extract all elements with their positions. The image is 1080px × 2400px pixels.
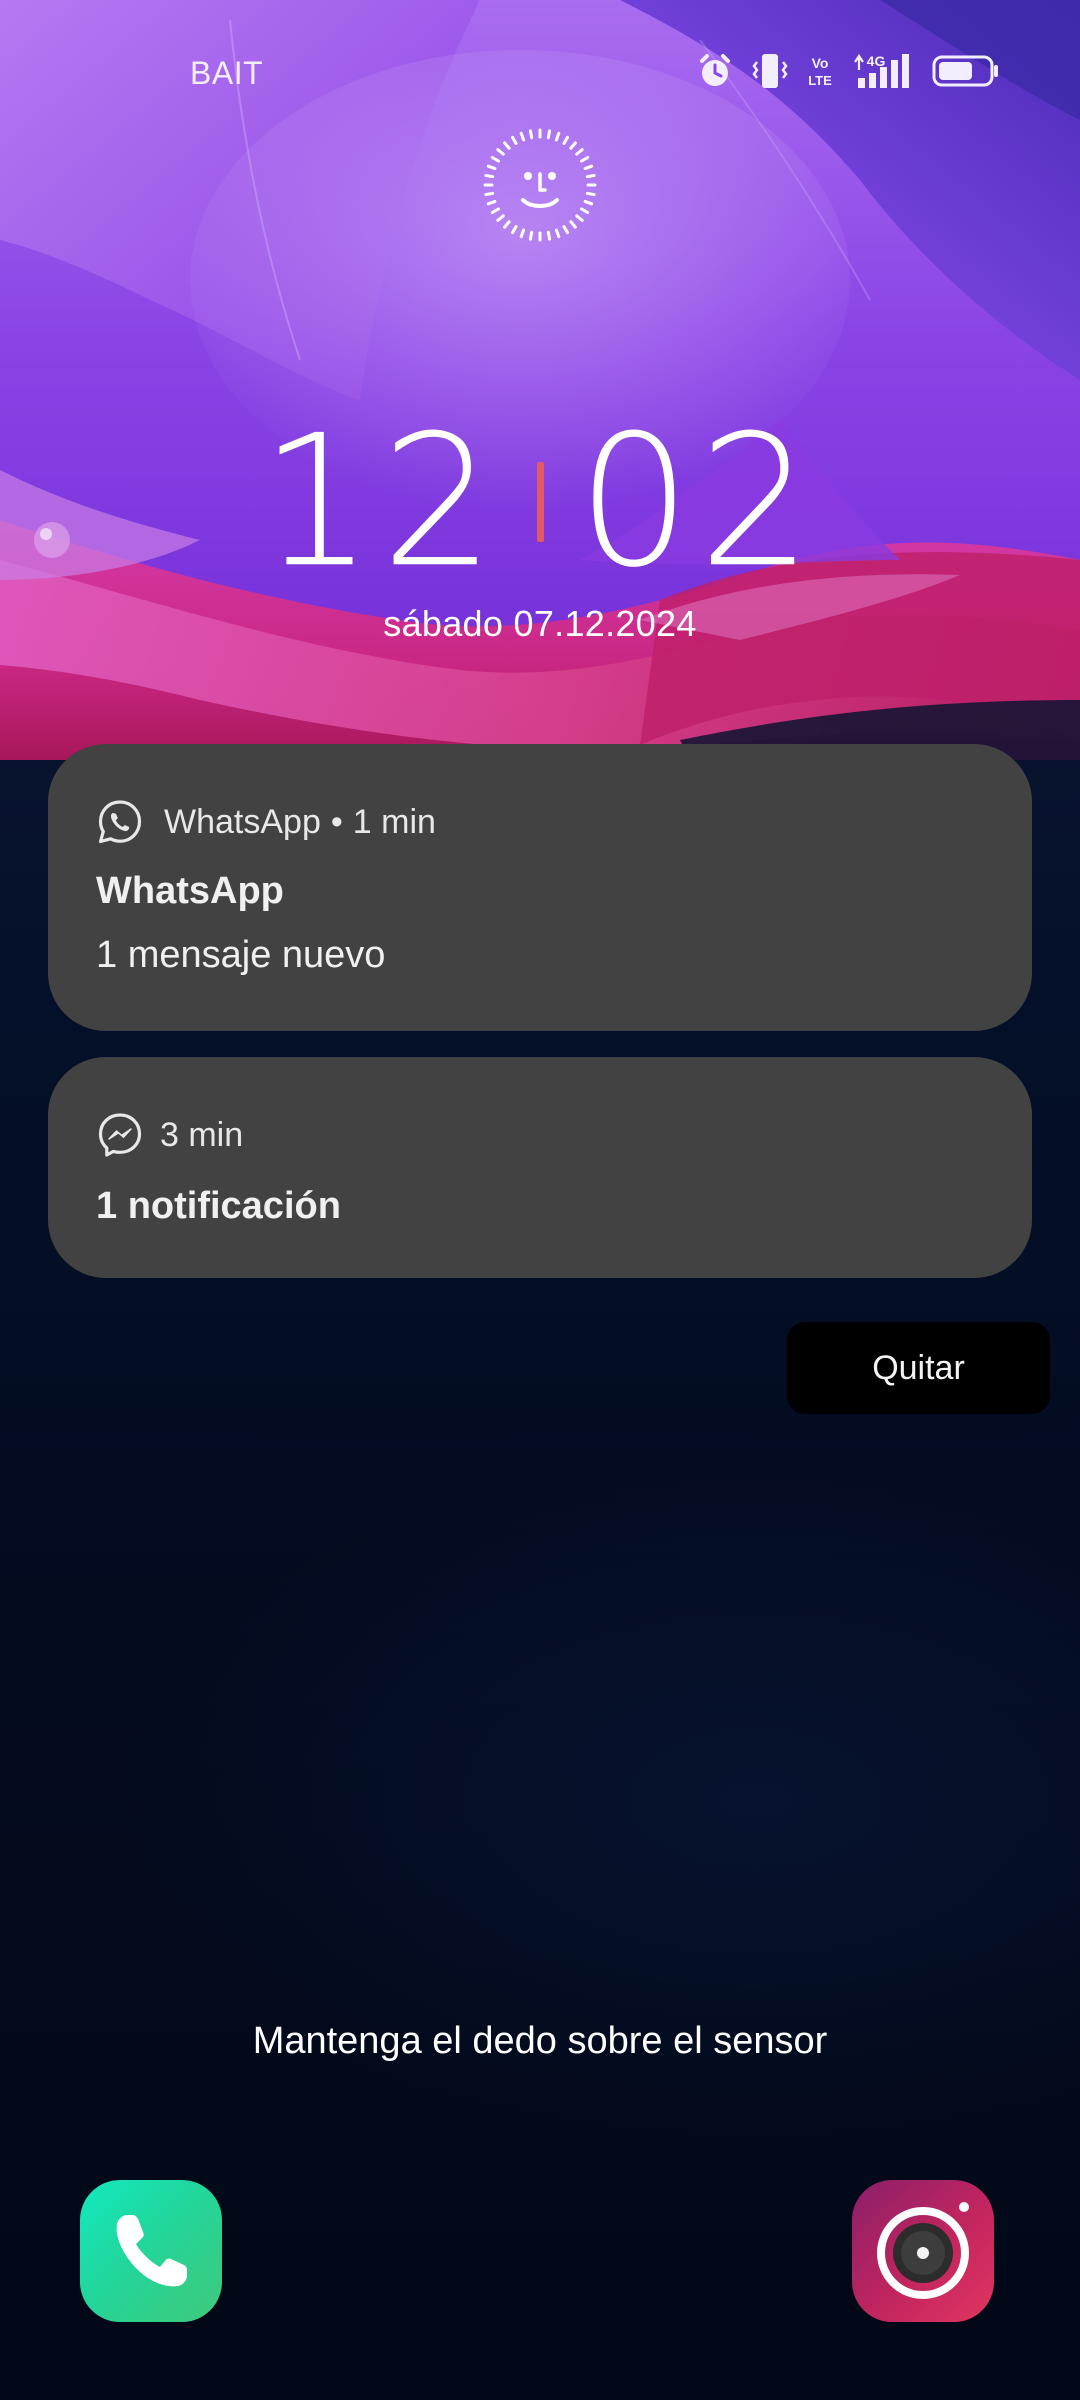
- face-ring-tick: [503, 220, 511, 229]
- whatsapp-icon: [98, 800, 142, 844]
- vibrate-icon: [752, 54, 788, 88]
- clear-notifications-button[interactable]: Quitar: [787, 1322, 1050, 1414]
- face-ring-tick: [503, 141, 511, 150]
- face-ring-tick: [496, 148, 505, 156]
- face-ring-tick: [575, 214, 584, 222]
- face-ring-tick: [562, 135, 569, 145]
- face-ring-tick: [528, 129, 534, 140]
- lock-date: sábado 07.12.2024: [383, 603, 697, 644]
- face-ring-tick: [486, 164, 497, 171]
- signal-4g-icon: 4G: [854, 53, 909, 88]
- face-ring-tick: [569, 220, 577, 229]
- face-ring-tick: [511, 225, 518, 235]
- fingerprint-hint: Mantenga el dedo sobre el sensor: [252, 2020, 828, 2062]
- status-icons: Vo LTE 4G: [696, 52, 1000, 90]
- phone-icon: [116, 2215, 187, 2287]
- svg-text:4G: 4G: [867, 53, 886, 69]
- face-ring-tick: [580, 207, 590, 214]
- camera-shortcut[interactable]: [852, 2180, 994, 2322]
- face-ring-tick: [486, 199, 497, 206]
- notification-header: 3 min: [96, 1111, 243, 1159]
- face-ring-tick: [583, 164, 594, 171]
- notification-header: WhatsApp • 1 min: [96, 798, 436, 846]
- face-ring-tick: [496, 214, 505, 222]
- lock-clock: 12 02: [0, 395, 1080, 608]
- face-ring-tick: [528, 230, 534, 241]
- status-bar: BAIT Vo LTE 4G: [0, 40, 1080, 110]
- face-ring-tick: [490, 207, 500, 214]
- notification-app-name: WhatsApp: [164, 802, 321, 841]
- face-ring-tick: [569, 141, 577, 150]
- face-unlock-icon[interactable]: [483, 128, 597, 242]
- face-ring-tick: [585, 191, 596, 197]
- face-ring-tick: [511, 135, 518, 145]
- face-ring-tick: [546, 230, 552, 241]
- clock-separator: [536, 462, 544, 543]
- face-ring-tick: [583, 199, 594, 206]
- face-ring-tick: [562, 225, 569, 235]
- face-ring-tick: [519, 228, 526, 239]
- face-ring-tick: [585, 173, 596, 179]
- face-ring-tick: [554, 228, 561, 239]
- volte-icon: Vo LTE: [808, 55, 832, 88]
- svg-text:LTE: LTE: [808, 73, 832, 88]
- notification-time: 1 min: [352, 802, 436, 841]
- carrier-label: BAIT: [190, 55, 264, 91]
- notification-separator: •: [330, 802, 343, 841]
- face-ring-tick: [580, 156, 590, 163]
- face-ring-tick: [484, 191, 495, 197]
- face-ring-tick: [575, 148, 584, 156]
- face-ring-tick: [554, 131, 561, 142]
- notification-title: WhatsApp: [96, 870, 284, 912]
- flower-wallpaper-image: [0, 0, 1080, 760]
- camera-icon: [877, 2202, 969, 2299]
- face-ring-tick: [519, 131, 526, 142]
- alarm-icon: [700, 54, 730, 86]
- face-ring-tick: [546, 129, 552, 140]
- clock-minutes: 02: [577, 396, 820, 608]
- face-ring-tick: [490, 156, 500, 163]
- phone-shortcut[interactable]: [80, 2180, 222, 2322]
- notification-body: 1 mensaje nuevo: [96, 934, 386, 976]
- battery-icon: [932, 55, 998, 87]
- notification-time: 3 min: [160, 1115, 244, 1154]
- notification-whatsapp[interactable]: WhatsApp • 1 min WhatsApp 1 mensaje nuev…: [48, 744, 1032, 1031]
- face-ring-tick: [484, 173, 495, 179]
- notification-messenger[interactable]: 3 min 1 notificación: [48, 1057, 1032, 1278]
- notification-title: 1 notificación: [96, 1185, 341, 1227]
- svg-text:Vo: Vo: [812, 55, 829, 71]
- messenger-icon: [98, 1113, 142, 1157]
- clock-hours: 12: [260, 396, 503, 608]
